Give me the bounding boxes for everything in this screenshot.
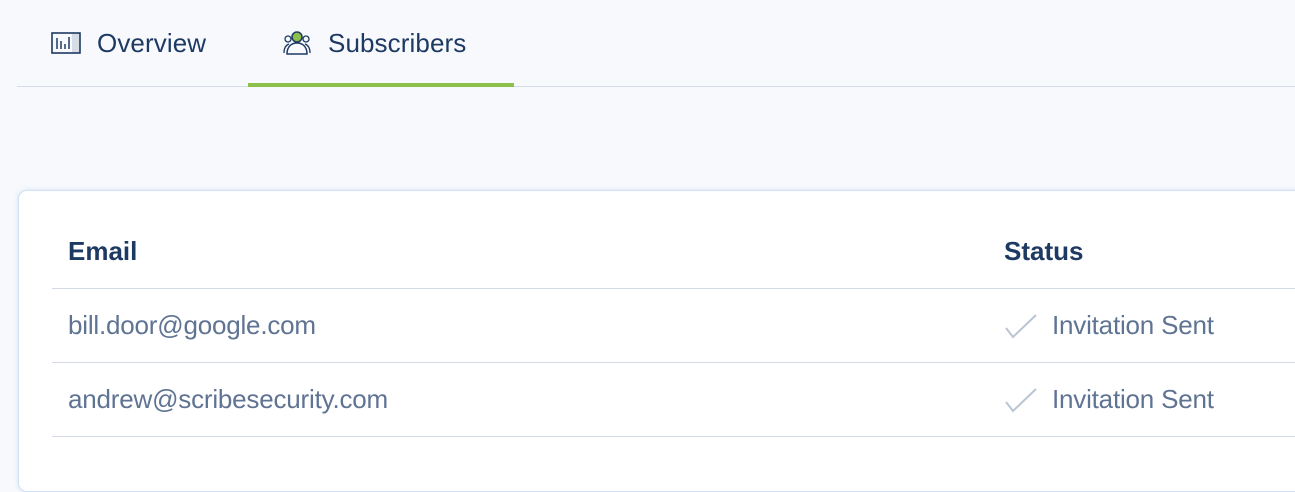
column-header-status-label: Status <box>1004 236 1084 266</box>
status-cell: Invitation Sent <box>1004 363 1214 436</box>
tab-subscribers[interactable]: Subscribers <box>248 0 514 87</box>
tab-subscribers-label: Subscribers <box>328 27 467 58</box>
column-header-email[interactable]: Email <box>68 191 137 288</box>
users-icon <box>282 29 312 57</box>
table-row[interactable]: andrew@scribesecurity.com Invitation Sen… <box>52 363 1295 437</box>
subscriber-email: andrew@scribesecurity.com <box>68 384 389 414</box>
check-icon <box>1004 385 1038 415</box>
status-text: Invitation Sent <box>1052 310 1214 340</box>
column-header-email-label: Email <box>68 236 138 266</box>
column-header-status[interactable]: Status <box>1004 191 1083 288</box>
subscribers-table: Email Status bill.door@google.com Invita… <box>52 191 1295 437</box>
tab-overview-label: Overview <box>97 27 207 58</box>
status-cell: Invitation Sent <box>1004 289 1214 362</box>
table-row[interactable]: bill.door@google.com Invitation Sent <box>52 289 1295 363</box>
tab-bar: Overview Subscribers <box>17 0 1295 87</box>
subscriber-email: bill.door@google.com <box>68 310 316 340</box>
tab-overview[interactable]: Overview <box>17 0 248 86</box>
check-icon <box>1004 311 1038 341</box>
table-header-row: Email Status <box>52 191 1295 289</box>
status-text: Invitation Sent <box>1052 384 1214 414</box>
subscribers-card: Email Status bill.door@google.com Invita… <box>18 190 1295 492</box>
bar-chart-icon <box>51 29 81 57</box>
email-cell: bill.door@google.com <box>68 289 316 362</box>
email-cell: andrew@scribesecurity.com <box>68 363 388 436</box>
